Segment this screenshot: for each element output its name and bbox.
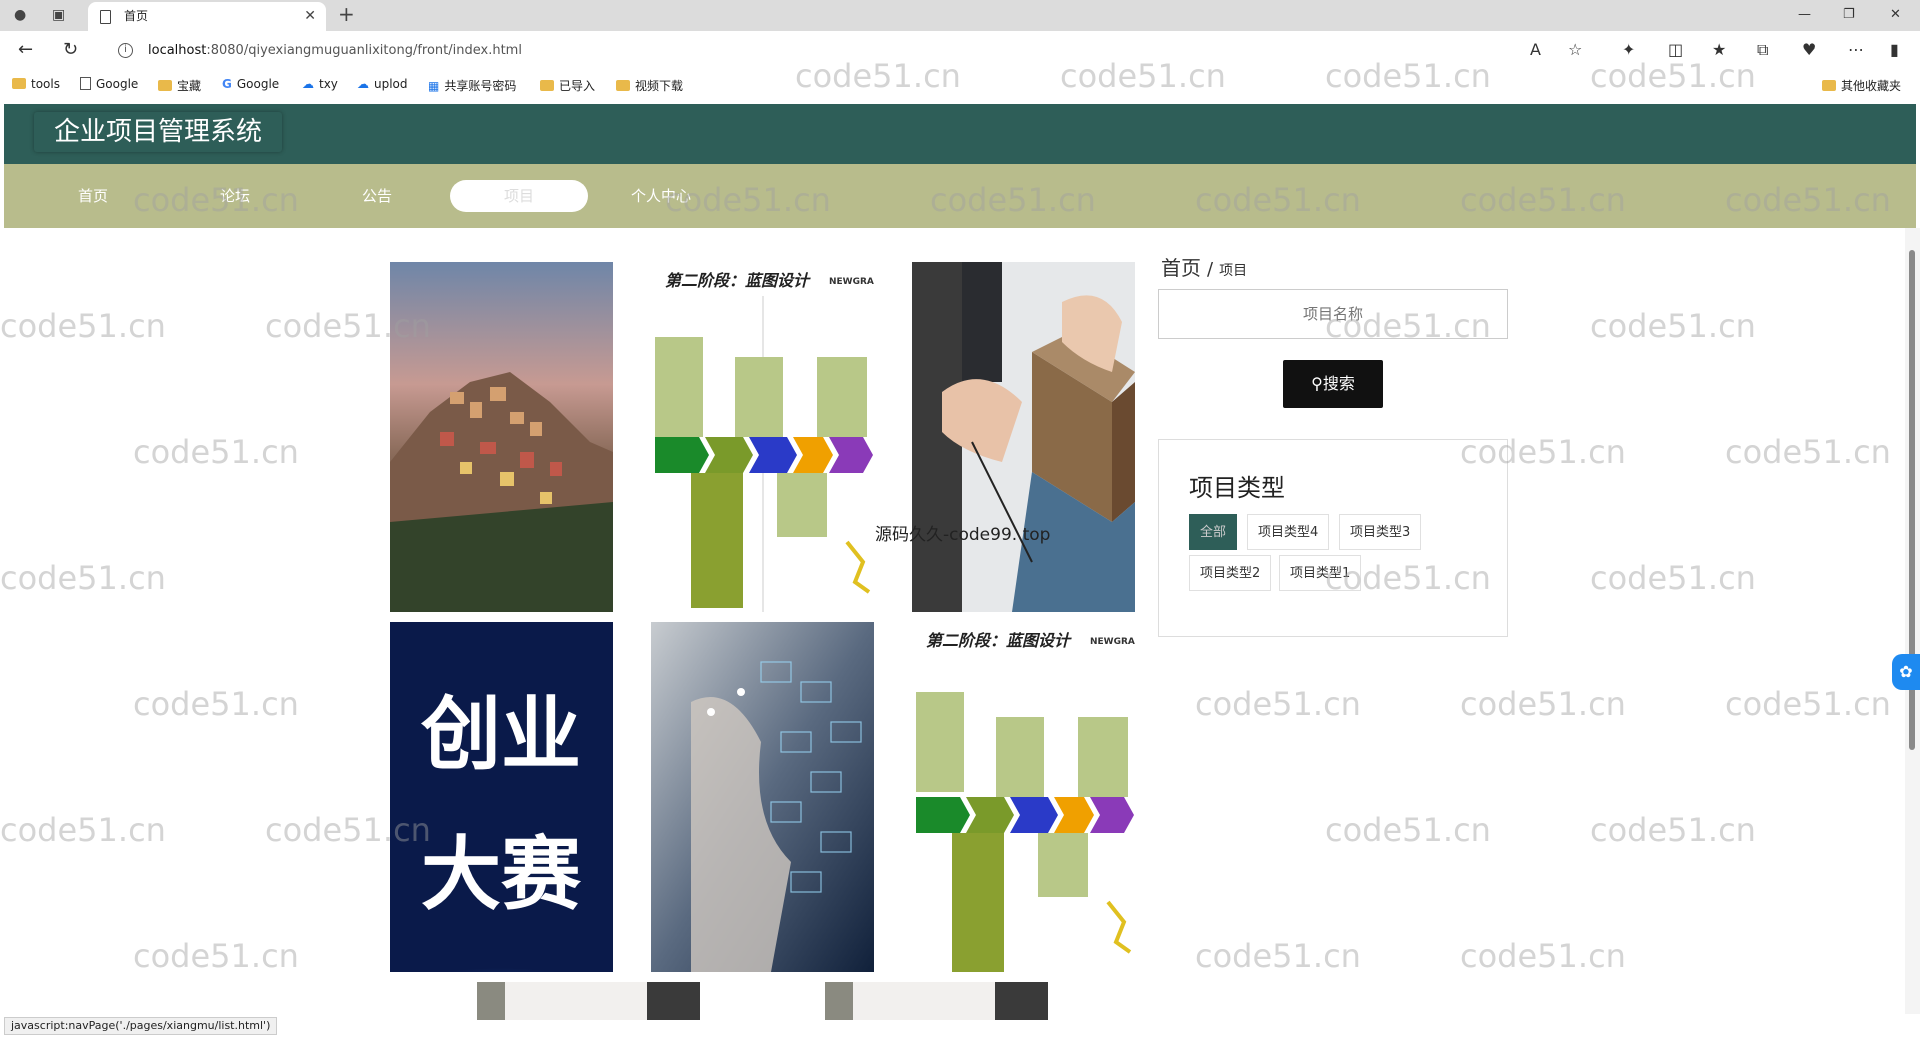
- tab-title: 首页: [124, 9, 149, 23]
- nav-personal-center[interactable]: 个人中心: [592, 180, 730, 212]
- folder-icon: [1822, 80, 1836, 91]
- tech-hand-image: [651, 622, 874, 972]
- url-field[interactable]: i localhost:8080/qiyexiangmuguanlixitong…: [104, 35, 1574, 67]
- back-icon[interactable]: ←: [18, 39, 33, 60]
- bookmark-google[interactable]: G Google: [222, 77, 279, 91]
- site-nav: 首页 论坛 公告 项目 个人中心: [4, 164, 1916, 228]
- project-type-panel: 项目类型 全部 项目类型4 项目类型3 项目类型2 项目类型1: [1158, 439, 1508, 637]
- project-type-title: 项目类型: [1189, 474, 1285, 502]
- floating-assistant-icon[interactable]: ✿: [1892, 654, 1920, 690]
- project-name-search-input[interactable]: [1158, 289, 1508, 339]
- bookmark-google-page[interactable]: Google: [80, 77, 138, 91]
- page-icon: [100, 10, 111, 24]
- project-card[interactable]: [390, 262, 613, 612]
- extensions-icon[interactable]: ✦: [1622, 40, 1635, 59]
- village-image: [390, 262, 613, 612]
- type-filter-2[interactable]: 项目类型2: [1189, 555, 1272, 591]
- folder-icon: [12, 78, 26, 89]
- folder-icon: [158, 80, 172, 91]
- collections-icon[interactable]: ⧉: [1757, 40, 1768, 60]
- split-screen-icon[interactable]: ◫: [1668, 40, 1683, 59]
- blueprint-image: 第二阶段：蓝图设计 NEWGRAND: [916, 631, 1135, 972]
- search-button[interactable]: ⚲搜索: [1283, 360, 1383, 408]
- bookmark-tools[interactable]: tools: [12, 77, 60, 91]
- more-menu-icon[interactable]: ⋯: [1848, 40, 1864, 59]
- bookmark-video-download[interactable]: 视频下载: [616, 77, 683, 94]
- bookmark-other[interactable]: 其他收藏夹: [1822, 77, 1901, 94]
- bookmark-shared-accounts[interactable]: ▦ 共享账号密码: [428, 77, 516, 94]
- site-title[interactable]: 企业项目管理系统: [34, 112, 282, 152]
- project-card[interactable]: [912, 262, 1135, 612]
- folder-icon: [616, 80, 630, 91]
- main-content: 第二阶段：蓝图设计 NEWGRAND: [0, 228, 1905, 1035]
- blueprint-image: 第二阶段：蓝图设计 NEWGRAND: [655, 271, 874, 612]
- vertical-scrollbar[interactable]: [1905, 228, 1920, 1014]
- nav-forum[interactable]: 论坛: [166, 180, 304, 212]
- startup-poster-image: 创业 大赛: [390, 622, 613, 972]
- type-filter-all[interactable]: 全部: [1189, 514, 1238, 550]
- new-tab-button[interactable]: +: [338, 2, 355, 26]
- project-image: [825, 982, 1048, 1020]
- tab-actions-icon[interactable]: ▣: [52, 7, 65, 23]
- blueprint-brand: NEWGRAND: [1090, 637, 1135, 647]
- blueprint-brand: NEWGRAND: [829, 277, 874, 287]
- bookmarks-bar: tools Google 宝藏 G Google ☁ txy ☁ uplod ▦ 共享账…: [0, 71, 1920, 101]
- project-image: [477, 982, 700, 1020]
- breadcrumb: 首页 / 项目: [1161, 252, 1247, 281]
- google-icon: G: [222, 77, 232, 91]
- app-icon: ▦: [428, 79, 440, 93]
- search-button-label: 搜索: [1322, 374, 1355, 393]
- address-bar-row: ← ↻ i localhost:8080/qiyexiangmuguanlixi…: [0, 31, 1920, 71]
- project-card[interactable]: [825, 982, 1048, 1020]
- search-icon: ⚲: [1311, 374, 1323, 393]
- overlay-caption: 源码久久-code99. top: [875, 525, 1051, 545]
- blueprint-heading: 第二阶段：蓝图设计: [926, 631, 1072, 650]
- project-card[interactable]: 创业 大赛: [390, 622, 613, 972]
- status-bar-link: javascript:navPage('./pages/xiangmu/list…: [4, 1017, 278, 1035]
- profile-icon[interactable]: ●: [14, 7, 26, 23]
- bookmark-imported[interactable]: 已导入: [540, 77, 595, 94]
- bookmark-baozang[interactable]: 宝藏: [158, 77, 201, 94]
- breadcrumb-current: 项目: [1219, 263, 1248, 279]
- browser-essentials-icon[interactable]: ♥: [1802, 40, 1816, 59]
- blueprint-heading: 第二阶段：蓝图设计: [665, 271, 811, 290]
- type-filter-4[interactable]: 项目类型4: [1247, 514, 1330, 550]
- window-close-icon[interactable]: ✕: [1890, 7, 1901, 22]
- nav-notice[interactable]: 公告: [308, 180, 446, 212]
- favorite-star-icon[interactable]: ☆: [1568, 40, 1582, 59]
- url-host: localhost: [148, 43, 207, 58]
- reload-icon[interactable]: ↻: [63, 39, 78, 60]
- folder-icon: [540, 80, 554, 91]
- browser-tab-bar: ● ▣ 首页 ✕ + — ❐ ✕: [0, 0, 1920, 31]
- site-info-icon[interactable]: i: [118, 43, 133, 58]
- project-card[interactable]: [477, 982, 700, 1020]
- architect-image: [912, 262, 1135, 612]
- nav-home[interactable]: 首页: [24, 180, 162, 212]
- browser-tab[interactable]: 首页 ✕: [88, 2, 326, 31]
- breadcrumb-separator: /: [1207, 259, 1214, 280]
- project-card[interactable]: 第二阶段：蓝图设计 NEWGRAND: [651, 262, 874, 612]
- nav-projects[interactable]: 项目: [450, 180, 588, 212]
- poster-line2: 大赛: [421, 828, 582, 921]
- close-tab-icon[interactable]: ✕: [304, 2, 316, 31]
- poster-line1: 创业: [421, 688, 581, 781]
- restore-icon[interactable]: ❐: [1843, 7, 1855, 22]
- cloud-icon: ☁: [302, 77, 314, 91]
- project-card[interactable]: [651, 622, 874, 972]
- url-path: :8080/qiyexiangmuguanlixitong/front/inde…: [206, 43, 522, 58]
- cloud-icon: ☁: [357, 77, 369, 91]
- breadcrumb-home[interactable]: 首页: [1161, 256, 1201, 280]
- read-aloud-icon[interactable]: A: [1530, 40, 1541, 59]
- bookmark-uplod[interactable]: ☁ uplod: [357, 77, 408, 91]
- type-filter-3[interactable]: 项目类型3: [1339, 514, 1422, 550]
- sidebar-toggle-icon[interactable]: ▮: [1890, 40, 1899, 59]
- project-card[interactable]: 第二阶段：蓝图设计 NEWGRAND: [912, 622, 1135, 972]
- page-icon: [80, 77, 91, 90]
- minimize-icon[interactable]: —: [1798, 7, 1811, 22]
- type-filter-1[interactable]: 项目类型1: [1279, 555, 1362, 591]
- site-header: 企业项目管理系统: [4, 104, 1916, 164]
- favorites-icon[interactable]: ★: [1712, 40, 1726, 59]
- bookmark-txy[interactable]: ☁ txy: [302, 77, 338, 91]
